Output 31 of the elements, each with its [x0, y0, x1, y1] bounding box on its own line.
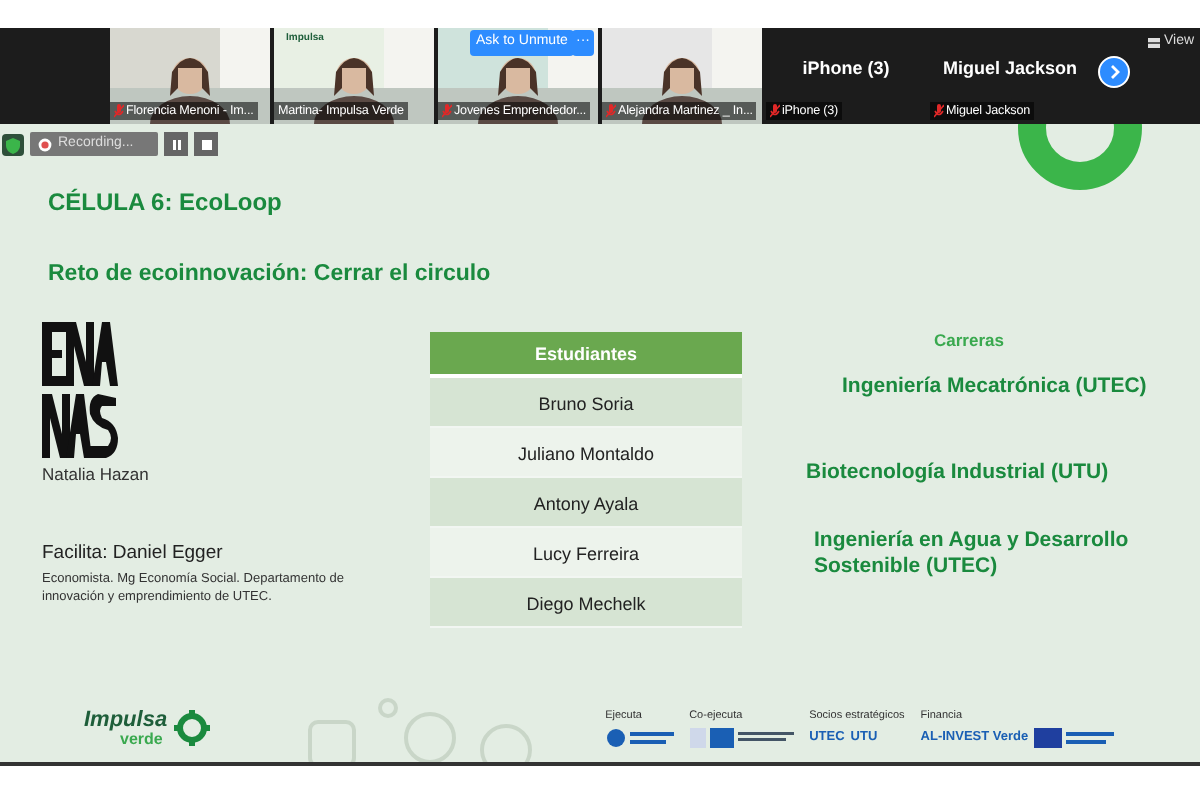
stop-button[interactable]: [194, 132, 218, 156]
sponsor-logo: [605, 728, 674, 749]
person-name: Natalia Hazan: [42, 462, 151, 488]
brand-tagline: verde: [120, 731, 163, 747]
shield-icon: [2, 133, 24, 155]
table-cell: Antony Ayala: [430, 478, 742, 529]
table-header: Estudiantes: [430, 332, 742, 379]
section-heading: Carreras: [934, 328, 1006, 354]
table-cell: Lucy Ferreira: [430, 528, 742, 579]
brand-name: Impulsa: [84, 709, 168, 731]
slide-subtitle: Reto de ecoinnovación: Cerrar el circulo: [48, 260, 493, 290]
participant-name: iPhone (3): [800, 56, 892, 82]
participant-name: Miguel Jackson: [940, 56, 1080, 82]
sponsor-logo: [689, 728, 794, 749]
slide-title: CÉLULA 6: EcoLoop: [48, 186, 284, 220]
eu-flag-logo: [1034, 728, 1115, 749]
gear-icon: [173, 710, 210, 746]
facilitator-name: Facilita: Daniel Egger: [42, 540, 225, 568]
table-cell: Juliano Montaldo: [430, 428, 742, 479]
grid-icon: [1148, 37, 1160, 48]
pause-icon: [171, 139, 181, 149]
career-name: Ingeniería en Agua y Desarrollo Sostenible (UTEC): [814, 528, 1131, 581]
next-page-button[interactable]: [1098, 56, 1130, 88]
record-icon: [38, 137, 52, 151]
career-name: Ingeniería Mecatrónica (UTEC): [842, 374, 1149, 401]
career-name: Biotecnología Industrial (UTU): [806, 460, 1111, 487]
table-cell: Bruno Soria: [430, 378, 742, 429]
pause-button[interactable]: [164, 132, 188, 156]
chevron-right-icon: [1106, 64, 1122, 80]
stop-icon: [201, 139, 211, 149]
table-cell: Diego Mechelk: [430, 578, 742, 629]
